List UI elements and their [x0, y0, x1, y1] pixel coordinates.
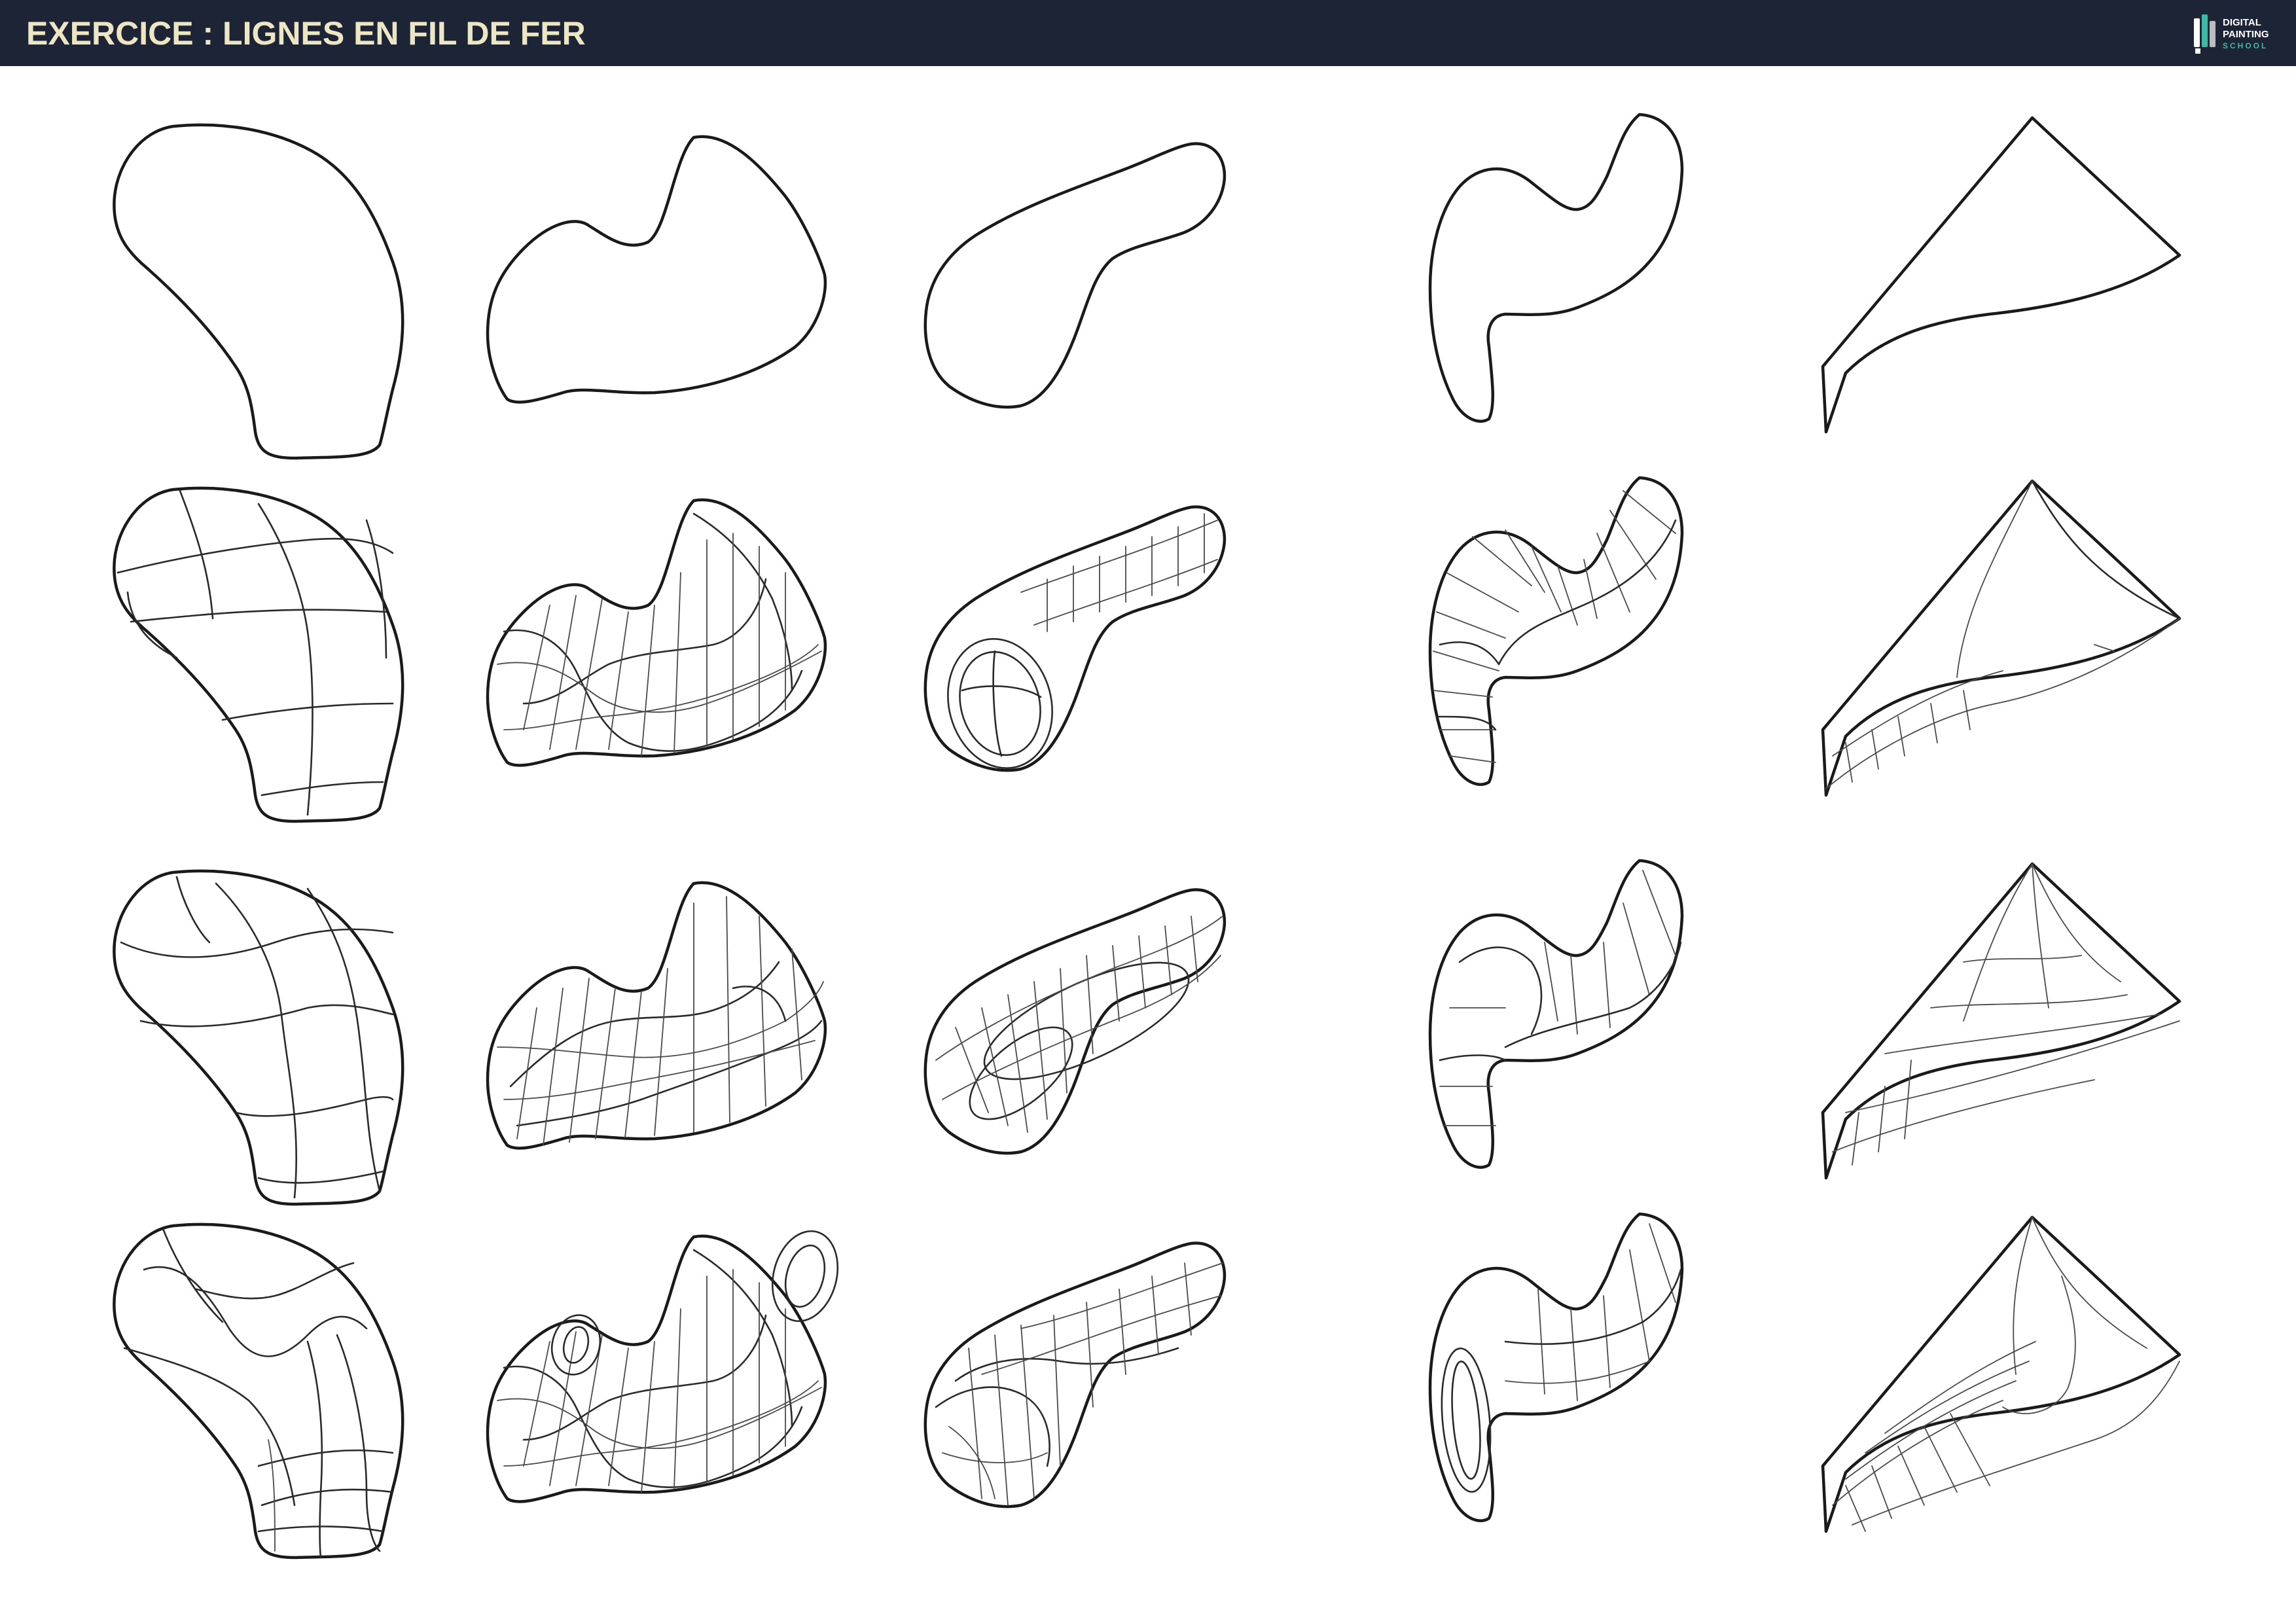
shape-peanut-wireframe-1: [488, 500, 825, 766]
shape-blob-outline: [114, 125, 403, 458]
shape-peanut-outline: [488, 137, 825, 402]
shape-blob-wireframe-1: [114, 488, 403, 821]
shape-triangle-wireframe-1: [1823, 481, 2179, 795]
shape-blob-wireframe-3: [114, 1224, 403, 1558]
shape-bean-wireframe-1: [925, 507, 1225, 771]
peanut-holes-overlay: [545, 1222, 848, 1382]
row-outlines: [114, 115, 2179, 458]
shape-triangle-outline: [1823, 118, 2179, 432]
shape-scurve-outline: [1430, 115, 1682, 421]
shape-triangle-wireframe-2: [1823, 864, 2179, 1178]
shape-bean-outline: [925, 144, 1225, 408]
shape-triangle-wireframe-3: [1823, 1217, 2179, 1531]
row-wireframe-2: [114, 861, 2179, 1204]
row-wireframe-3: [114, 1214, 2179, 1558]
shape-peanut-wireframe-3: [488, 1236, 825, 1502]
exercise-drawing-grid: [0, 0, 2296, 1623]
row-wireframe-1: [114, 478, 2179, 821]
shape-bean-wireframe-2: [925, 890, 1225, 1154]
shape-scurve-wireframe-1: [1430, 478, 1682, 785]
shape-bean-wireframe-3: [925, 1243, 1225, 1507]
